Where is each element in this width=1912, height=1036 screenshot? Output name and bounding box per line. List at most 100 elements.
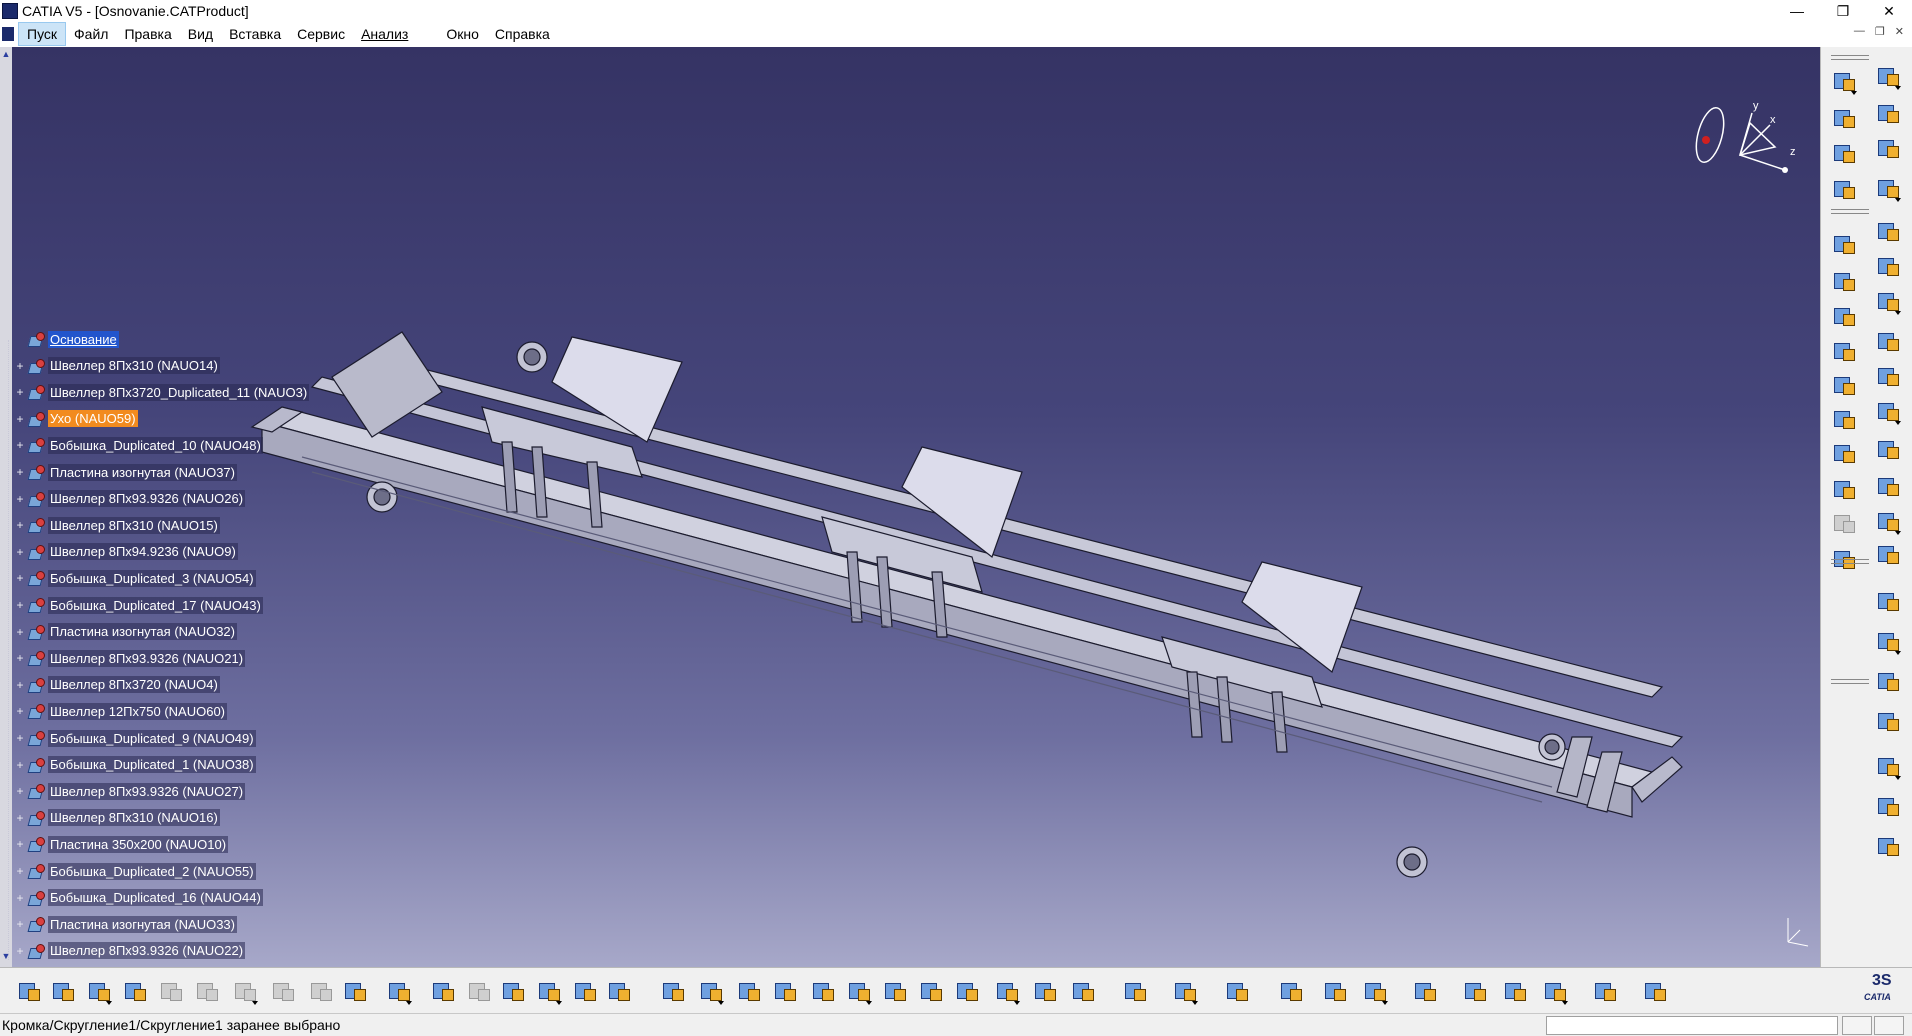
expand-icon[interactable]: + (15, 599, 25, 611)
table-icon[interactable] (1873, 397, 1901, 425)
render-icon[interactable] (1068, 977, 1096, 1005)
tree-item[interactable]: + Бобышка_Duplicated_9 (NAUO49) (12, 726, 256, 750)
text-icon[interactable] (1873, 362, 1901, 390)
texture-icon[interactable] (1590, 977, 1618, 1005)
dimension-icon[interactable] (1873, 327, 1901, 355)
expand-icon[interactable]: + (15, 705, 25, 717)
graph-icon[interactable] (534, 977, 562, 1005)
tree-item[interactable]: + Бобышка_Duplicated_1 (NAUO38) (12, 753, 256, 777)
catia-app-icon[interactable] (2, 3, 18, 19)
print-icon[interactable] (120, 977, 148, 1005)
menu-help[interactable]: Справка (487, 23, 558, 45)
toolbar-grip[interactable] (1831, 679, 1869, 684)
tree-item[interactable]: + Швеллер 8Пх93.9326 (NAUO26) (12, 487, 246, 511)
menu-insert[interactable]: Вставка (221, 23, 289, 45)
expand-icon[interactable]: + (15, 892, 25, 904)
tree-item[interactable]: + Швеллер 8Пх3720_Duplicated_11 (NAUO3) (12, 380, 310, 404)
snap-icon[interactable] (1829, 302, 1857, 330)
lock-icon[interactable] (570, 977, 598, 1005)
expand-icon[interactable]: + (15, 812, 25, 824)
tree-icon[interactable] (1829, 139, 1857, 167)
undo-icon[interactable] (268, 977, 296, 1005)
expand-icon[interactable]: + (15, 413, 25, 425)
document-icon[interactable] (2, 27, 14, 41)
expand-icon[interactable]: + (15, 838, 25, 850)
clash-icon[interactable] (1829, 405, 1857, 433)
tree-item[interactable]: + Пластина изогнутая (NAUO33) (12, 912, 237, 936)
multi-view-icon[interactable] (916, 977, 944, 1005)
close-button[interactable]: ✕ (1866, 0, 1912, 22)
expand-icon[interactable]: + (15, 626, 25, 638)
tree-item[interactable]: + Швеллер 8Пх310 (NAUO15) (12, 513, 220, 537)
capture-icon[interactable] (1873, 587, 1901, 615)
bom-icon[interactable] (1829, 175, 1857, 203)
expand-icon[interactable]: + (15, 493, 25, 505)
table-icon[interactable] (498, 977, 526, 1005)
menu-analyze[interactable]: Анализ (353, 23, 416, 45)
swap-icon[interactable] (1276, 977, 1304, 1005)
hide-icon[interactable] (1873, 667, 1901, 695)
assembly-icon[interactable] (1873, 752, 1901, 780)
tree-item[interactable]: + Швеллер 8Пх93.9326 (NAUO22) (12, 939, 246, 963)
expand-icon[interactable]: + (15, 785, 25, 797)
shade-icon[interactable] (992, 977, 1020, 1005)
select-icon[interactable] (1873, 99, 1901, 127)
component-icon[interactable] (1829, 104, 1857, 132)
menu-view[interactable]: Вид (180, 23, 221, 45)
frame-assembly-model[interactable] (12, 47, 1820, 967)
help-icon[interactable] (340, 977, 368, 1005)
update-icon[interactable] (1873, 627, 1901, 655)
expand-icon[interactable]: + (15, 360, 25, 372)
filter-icon[interactable] (604, 977, 632, 1005)
redo-icon[interactable] (306, 977, 334, 1005)
reorder-icon[interactable] (1873, 707, 1901, 735)
scroll-up-icon[interactable]: ▲ (1, 49, 11, 61)
layer-icon[interactable] (1460, 977, 1488, 1005)
minimize-button[interactable]: — (1774, 0, 1820, 22)
material-icon[interactable] (1030, 977, 1058, 1005)
menu-start[interactable]: Пуск (18, 22, 67, 46)
zoom-in-icon[interactable] (808, 977, 836, 1005)
save-icon[interactable] (84, 977, 112, 1005)
tree-item[interactable]: + Бобышка_Duplicated_2 (NAUO55) (12, 859, 256, 883)
status-button-2[interactable] (1874, 1016, 1904, 1035)
gear-icon[interactable] (1873, 62, 1901, 90)
measure-icon[interactable] (1120, 977, 1148, 1005)
doc-minimize-button[interactable]: — (1854, 25, 1865, 38)
apply-icon[interactable] (1500, 977, 1528, 1005)
balloon-icon[interactable] (1873, 435, 1901, 463)
menu-window[interactable]: Окно (438, 23, 487, 45)
tree-item[interactable]: + Швеллер 12Пх750 (NAUO60) (12, 699, 227, 723)
offset-icon[interactable] (1829, 371, 1857, 399)
tree-item[interactable]: + Пластина изогнутая (NAUO37) (12, 460, 237, 484)
tree-item[interactable]: + Швеллер 8Пх310 (NAUO16) (12, 806, 220, 830)
command-input[interactable] (1546, 1016, 1838, 1035)
save-icon[interactable] (1873, 287, 1901, 315)
update-icon[interactable] (1410, 977, 1438, 1005)
tree-item[interactable]: + Пластина 350х200 (NAUO10) (12, 832, 229, 856)
expand-icon[interactable]: + (15, 945, 25, 957)
expand-icon[interactable]: + (15, 732, 25, 744)
camera-icon[interactable] (1170, 977, 1198, 1005)
tree-item[interactable]: + Бобышка_Duplicated_16 (NAUO44) (12, 886, 263, 910)
light-icon[interactable] (464, 977, 492, 1005)
sectioning-icon[interactable] (1829, 509, 1857, 537)
tree-item[interactable]: + Ухо (NAUO59) (12, 407, 138, 431)
doc-close-button[interactable]: ✕ (1895, 25, 1904, 38)
catalog-icon[interactable] (1320, 977, 1348, 1005)
zoom-out-icon[interactable] (844, 977, 872, 1005)
scene-icon[interactable] (1222, 977, 1250, 1005)
maximize-button[interactable]: ❐ (1820, 0, 1866, 22)
expand-icon[interactable]: + (15, 466, 25, 478)
expand-icon[interactable]: + (15, 652, 25, 664)
toolbar-grip[interactable] (1831, 559, 1869, 564)
status-button-1[interactable] (1842, 1016, 1872, 1035)
3d-viewport[interactable] (12, 47, 1820, 967)
fly-icon[interactable] (658, 977, 686, 1005)
new-icon[interactable] (14, 977, 42, 1005)
manipulate-icon[interactable] (1829, 267, 1857, 295)
replace-icon[interactable] (1873, 832, 1901, 860)
tree-item[interactable]: + Бобышка_Duplicated_17 (NAUO43) (12, 593, 263, 617)
spot-icon[interactable] (1873, 540, 1901, 568)
tree-item[interactable]: + Швеллер 8Пх310 (NAUO14) (12, 354, 220, 378)
